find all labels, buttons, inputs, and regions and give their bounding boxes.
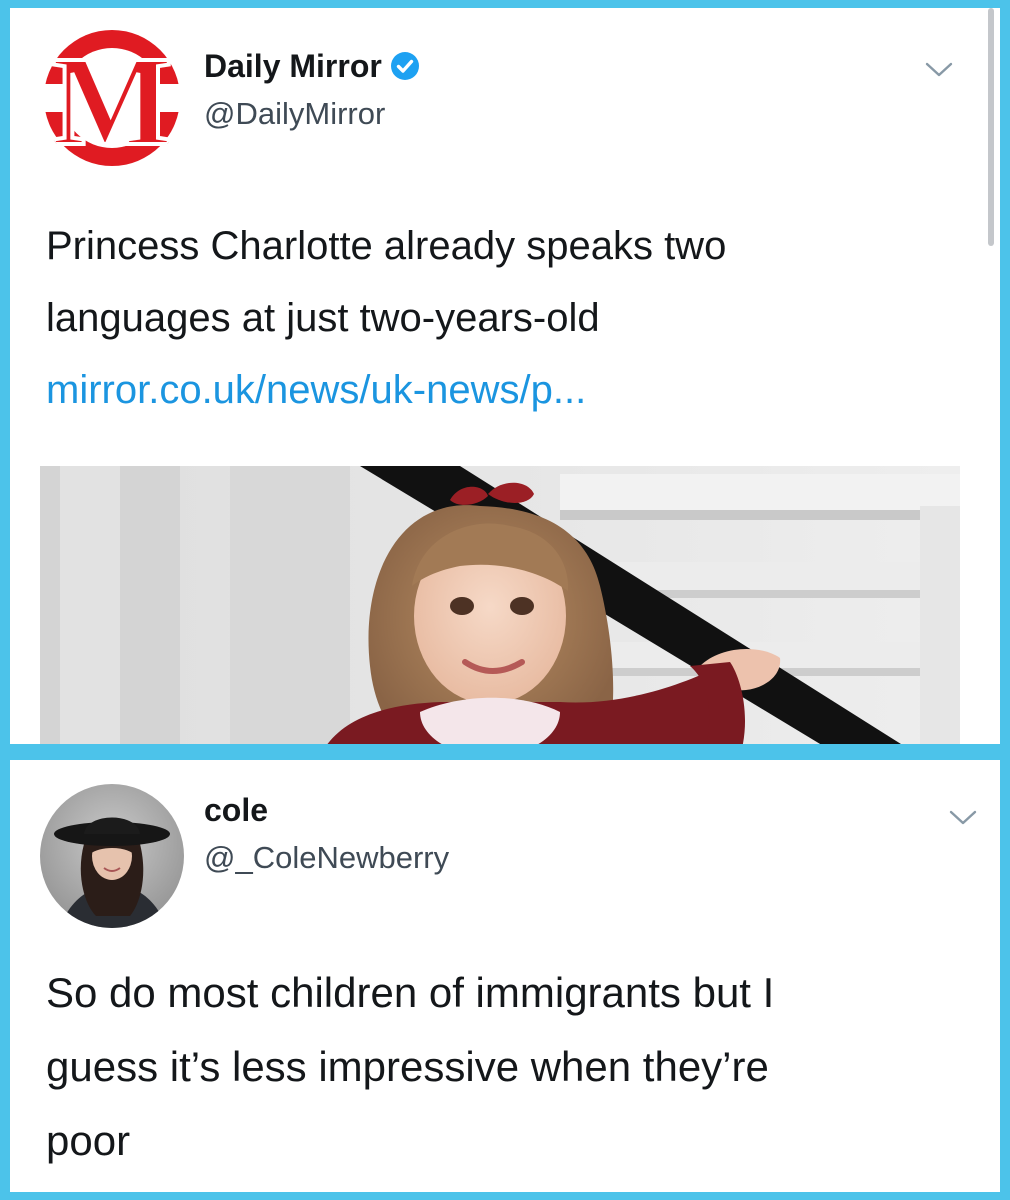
tweet-text-line: languages at just two-years-old — [46, 296, 600, 340]
tweet-text-line: Princess Charlotte already speaks two — [46, 224, 727, 268]
tweet-text: Princess Charlotte already speaks two la… — [46, 210, 960, 426]
cole-avatar[interactable] — [40, 784, 184, 928]
author-name[interactable]: Daily Mirror — [204, 48, 420, 85]
author-name-text[interactable]: Daily Mirror — [204, 48, 382, 84]
reply-text-line: poor — [46, 1117, 131, 1164]
verified-badge-icon — [390, 52, 419, 80]
author-handle[interactable]: @_ColeNewberry — [204, 840, 449, 876]
scrollbar[interactable] — [988, 8, 994, 246]
mirror-logo-letter: M — [52, 30, 173, 170]
daily-mirror-avatar[interactable]: M — [40, 26, 184, 170]
reply-tweet: cole @_ColeNewberry So do most children … — [10, 760, 1000, 1192]
chevron-down-icon[interactable] — [948, 808, 978, 828]
tweet-photo[interactable] — [40, 466, 960, 744]
reply-text-line: guess it’s less impressive when they’re — [46, 1043, 769, 1090]
chevron-down-icon[interactable] — [924, 60, 954, 80]
author-handle[interactable]: @DailyMirror — [204, 96, 385, 132]
reply-text-line: So do most children of immigrants but I — [46, 969, 775, 1016]
author-name[interactable]: cole — [204, 792, 268, 829]
article-link[interactable]: mirror.co.uk/news/uk-news/p... — [46, 354, 960, 426]
reply-text: So do most children of immigrants but I … — [46, 956, 960, 1178]
daily-mirror-tweet: M Daily Mirror @DailyMirror Princess Cha… — [10, 8, 1000, 744]
